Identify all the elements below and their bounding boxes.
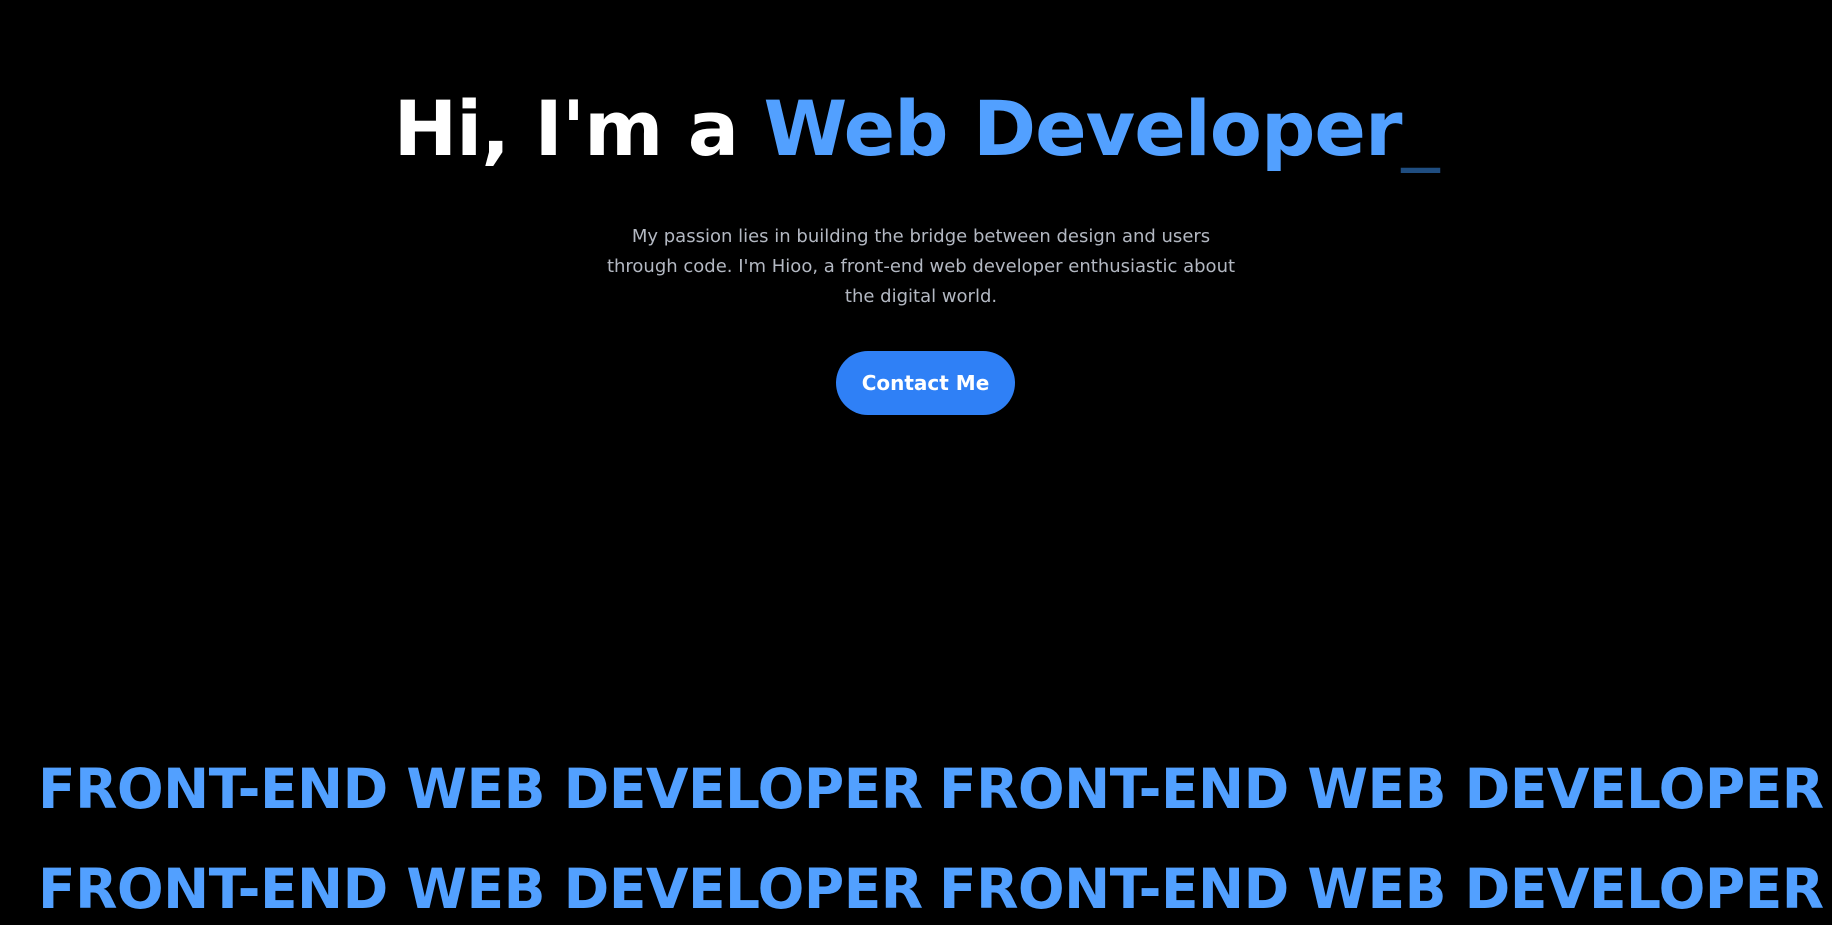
marquee-item: FRONT-END WEB DEVELOPER	[38, 757, 923, 821]
marquee-item: FRONT-END WEB DEVELOPER	[38, 857, 923, 921]
typing-cursor: _	[1401, 84, 1439, 173]
marquee-item: FRONT-END WEB DEVELOPER	[939, 857, 1824, 921]
role-marquee: FRONT-END WEB DEVELOPER FRONT-END WEB DE…	[0, 744, 1832, 925]
marquee-row: FRONT-END WEB DEVELOPER FRONT-END WEB DE…	[0, 744, 1832, 834]
page-title: Hi, I'm a Web Developer_	[0, 84, 1832, 174]
marquee-row: FRONT-END WEB DEVELOPER FRONT-END WEB DE…	[0, 844, 1832, 925]
role-text: Web Developer	[763, 84, 1403, 173]
marquee-item: FRONT-END WEB DEVELOPER	[939, 757, 1824, 821]
intro-paragraph: My passion lies in building the bridge b…	[606, 226, 1236, 307]
contact-me-button[interactable]: Contact Me	[836, 351, 1015, 415]
greeting-text: Hi, I'm a	[393, 84, 764, 173]
